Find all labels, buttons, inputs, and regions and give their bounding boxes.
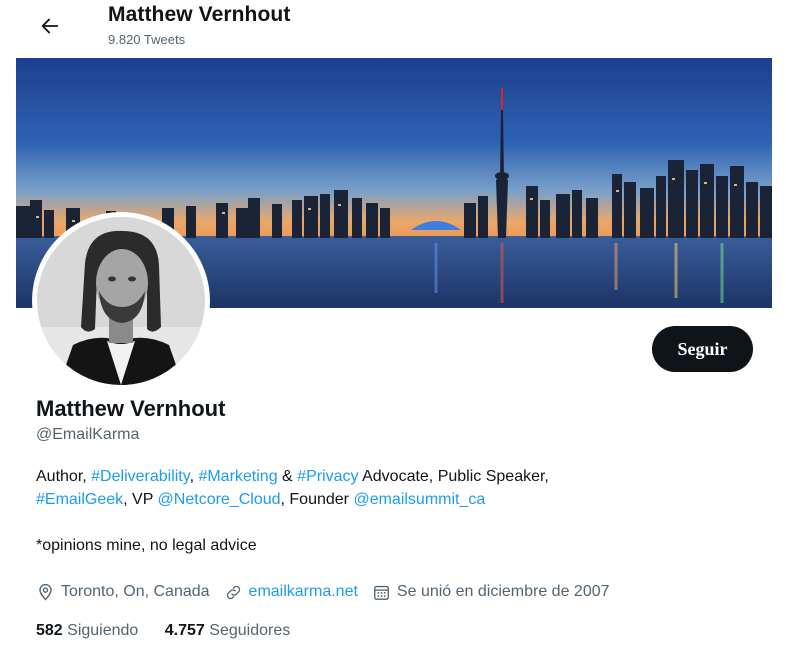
bio-text: , VP [123, 491, 158, 508]
profile-meta: Toronto, On, Canada emailkarma.net Se un… [36, 580, 624, 604]
tweet-count: 9.820 Tweets [108, 32, 186, 47]
link-icon [226, 585, 240, 599]
join-date: Se unió en diciembre de 2007 [372, 583, 610, 602]
mention-emailsummit-ca[interactable]: @emailsummit_ca [353, 491, 485, 508]
followers-link[interactable]: 4.757 Seguidores [165, 622, 290, 639]
profile-handle: @EmailKarma [36, 426, 140, 443]
location-pin-icon [39, 583, 52, 601]
join-date-text: Se unió en diciembre de 2007 [396, 583, 610, 600]
hashtag-privacy[interactable]: #Privacy [297, 468, 358, 485]
calendar-icon [374, 585, 389, 600]
followers-count: 4.757 [164, 622, 205, 639]
following-count: 582 [36, 622, 63, 639]
arrow-left-icon [41, 18, 59, 34]
website: emailkarma.net [224, 583, 358, 602]
followers-label: Seguidores [204, 622, 291, 639]
following-link[interactable]: 582 Siguiendo [36, 622, 138, 639]
hashtag-emailgeek[interactable]: #EmailGeek [36, 491, 123, 508]
bio-text: , Founder [280, 491, 354, 508]
bio-text: Author, [36, 468, 92, 485]
profile-name: Matthew Vernhout [36, 396, 226, 421]
bio-note: *opinions mine, no legal advice [36, 537, 257, 554]
bio-text: & [277, 468, 298, 485]
header-name: Matthew Vernhout [108, 3, 291, 26]
follow-button[interactable]: Seguir [652, 326, 753, 372]
follow-stats: 582 Siguiendo 4.757 Seguidores [36, 622, 312, 640]
bio-text: Advocate, Public Speaker, [358, 468, 549, 485]
location: Toronto, On, Canada [36, 583, 210, 602]
hashtag-marketing[interactable]: #Marketing [198, 468, 277, 485]
avatar[interactable] [32, 212, 210, 390]
back-button[interactable] [34, 10, 66, 42]
profile-bio: Author, #Deliverability, #Marketing & #P… [36, 465, 736, 557]
bio-line-1: Author, #Deliverability, #Marketing & #P… [36, 465, 736, 488]
avatar-photo [37, 217, 205, 385]
mention-netcore-cloud[interactable]: @Netcore_Cloud [158, 491, 281, 508]
website-link[interactable]: emailkarma.net [249, 583, 358, 601]
following-label: Siguiendo [62, 622, 139, 639]
bio-line-2: #EmailGeek, VP @Netcore_Cloud, Founder @… [36, 488, 736, 511]
top-bar: Matthew Vernhout 9.820 Tweets [0, 0, 786, 56]
hashtag-deliverability[interactable]: #Deliverability [91, 468, 189, 485]
location-text: Toronto, On, Canada [61, 583, 210, 600]
